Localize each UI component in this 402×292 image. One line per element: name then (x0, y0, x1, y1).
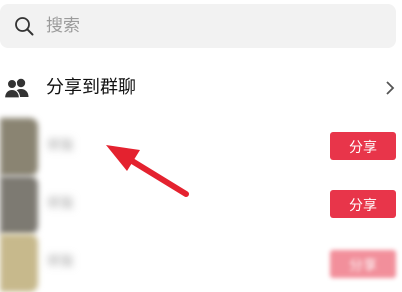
share-button[interactable]: 分享 (330, 250, 396, 278)
friend-row: 好友 分享 (0, 176, 402, 234)
friend-name: 好友 (48, 196, 75, 211)
share-button[interactable]: 分享 (330, 190, 396, 218)
friend-row: 好友 分享 (0, 118, 402, 176)
friend-row: 好友 分享 (0, 234, 402, 292)
avatar (0, 176, 38, 234)
share-button[interactable]: 分享 (330, 132, 396, 160)
search-bar[interactable]: 搜索 (0, 4, 396, 48)
chevron-right-icon (386, 81, 395, 95)
friend-name: 好友 (48, 138, 75, 153)
share-to-group-label: 分享到群聊 (46, 77, 136, 98)
group-icon (4, 78, 29, 99)
avatar (0, 118, 38, 176)
share-to-group-row[interactable]: 分享到群聊 (0, 60, 402, 116)
search-placeholder: 搜索 (46, 16, 80, 36)
avatar (0, 234, 38, 292)
friend-name: 好友 (48, 254, 75, 269)
search-icon (15, 17, 34, 36)
